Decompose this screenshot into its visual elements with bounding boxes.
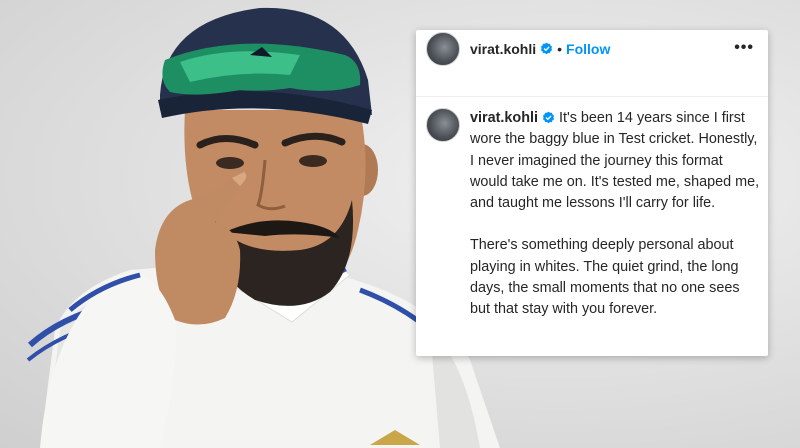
caption-text: virat.kohli It's been 14 years since I f… bbox=[470, 108, 762, 342]
verified-badge-icon bbox=[542, 111, 555, 124]
username[interactable]: virat.kohli bbox=[470, 41, 536, 57]
caption-username[interactable]: virat.kohli bbox=[470, 110, 538, 126]
divider bbox=[416, 96, 768, 97]
more-options-icon[interactable]: ••• bbox=[734, 39, 754, 57]
caption-avatar[interactable] bbox=[426, 108, 460, 142]
instagram-post-card: virat.kohli • Follow ••• virat.kohli It'… bbox=[416, 30, 768, 356]
follow-button[interactable]: Follow bbox=[566, 41, 610, 57]
post-header: virat.kohli • Follow bbox=[416, 30, 768, 67]
verified-badge-icon bbox=[541, 42, 553, 55]
separator-dot: • bbox=[557, 40, 563, 57]
caption-paragraph-1: virat.kohli It's been 14 years since I f… bbox=[470, 108, 762, 214]
avatar[interactable] bbox=[426, 31, 460, 66]
caption-paragraph-2: There's something deeply personal about … bbox=[470, 237, 740, 318]
caption: virat.kohli It's been 14 years since I f… bbox=[426, 108, 762, 342]
